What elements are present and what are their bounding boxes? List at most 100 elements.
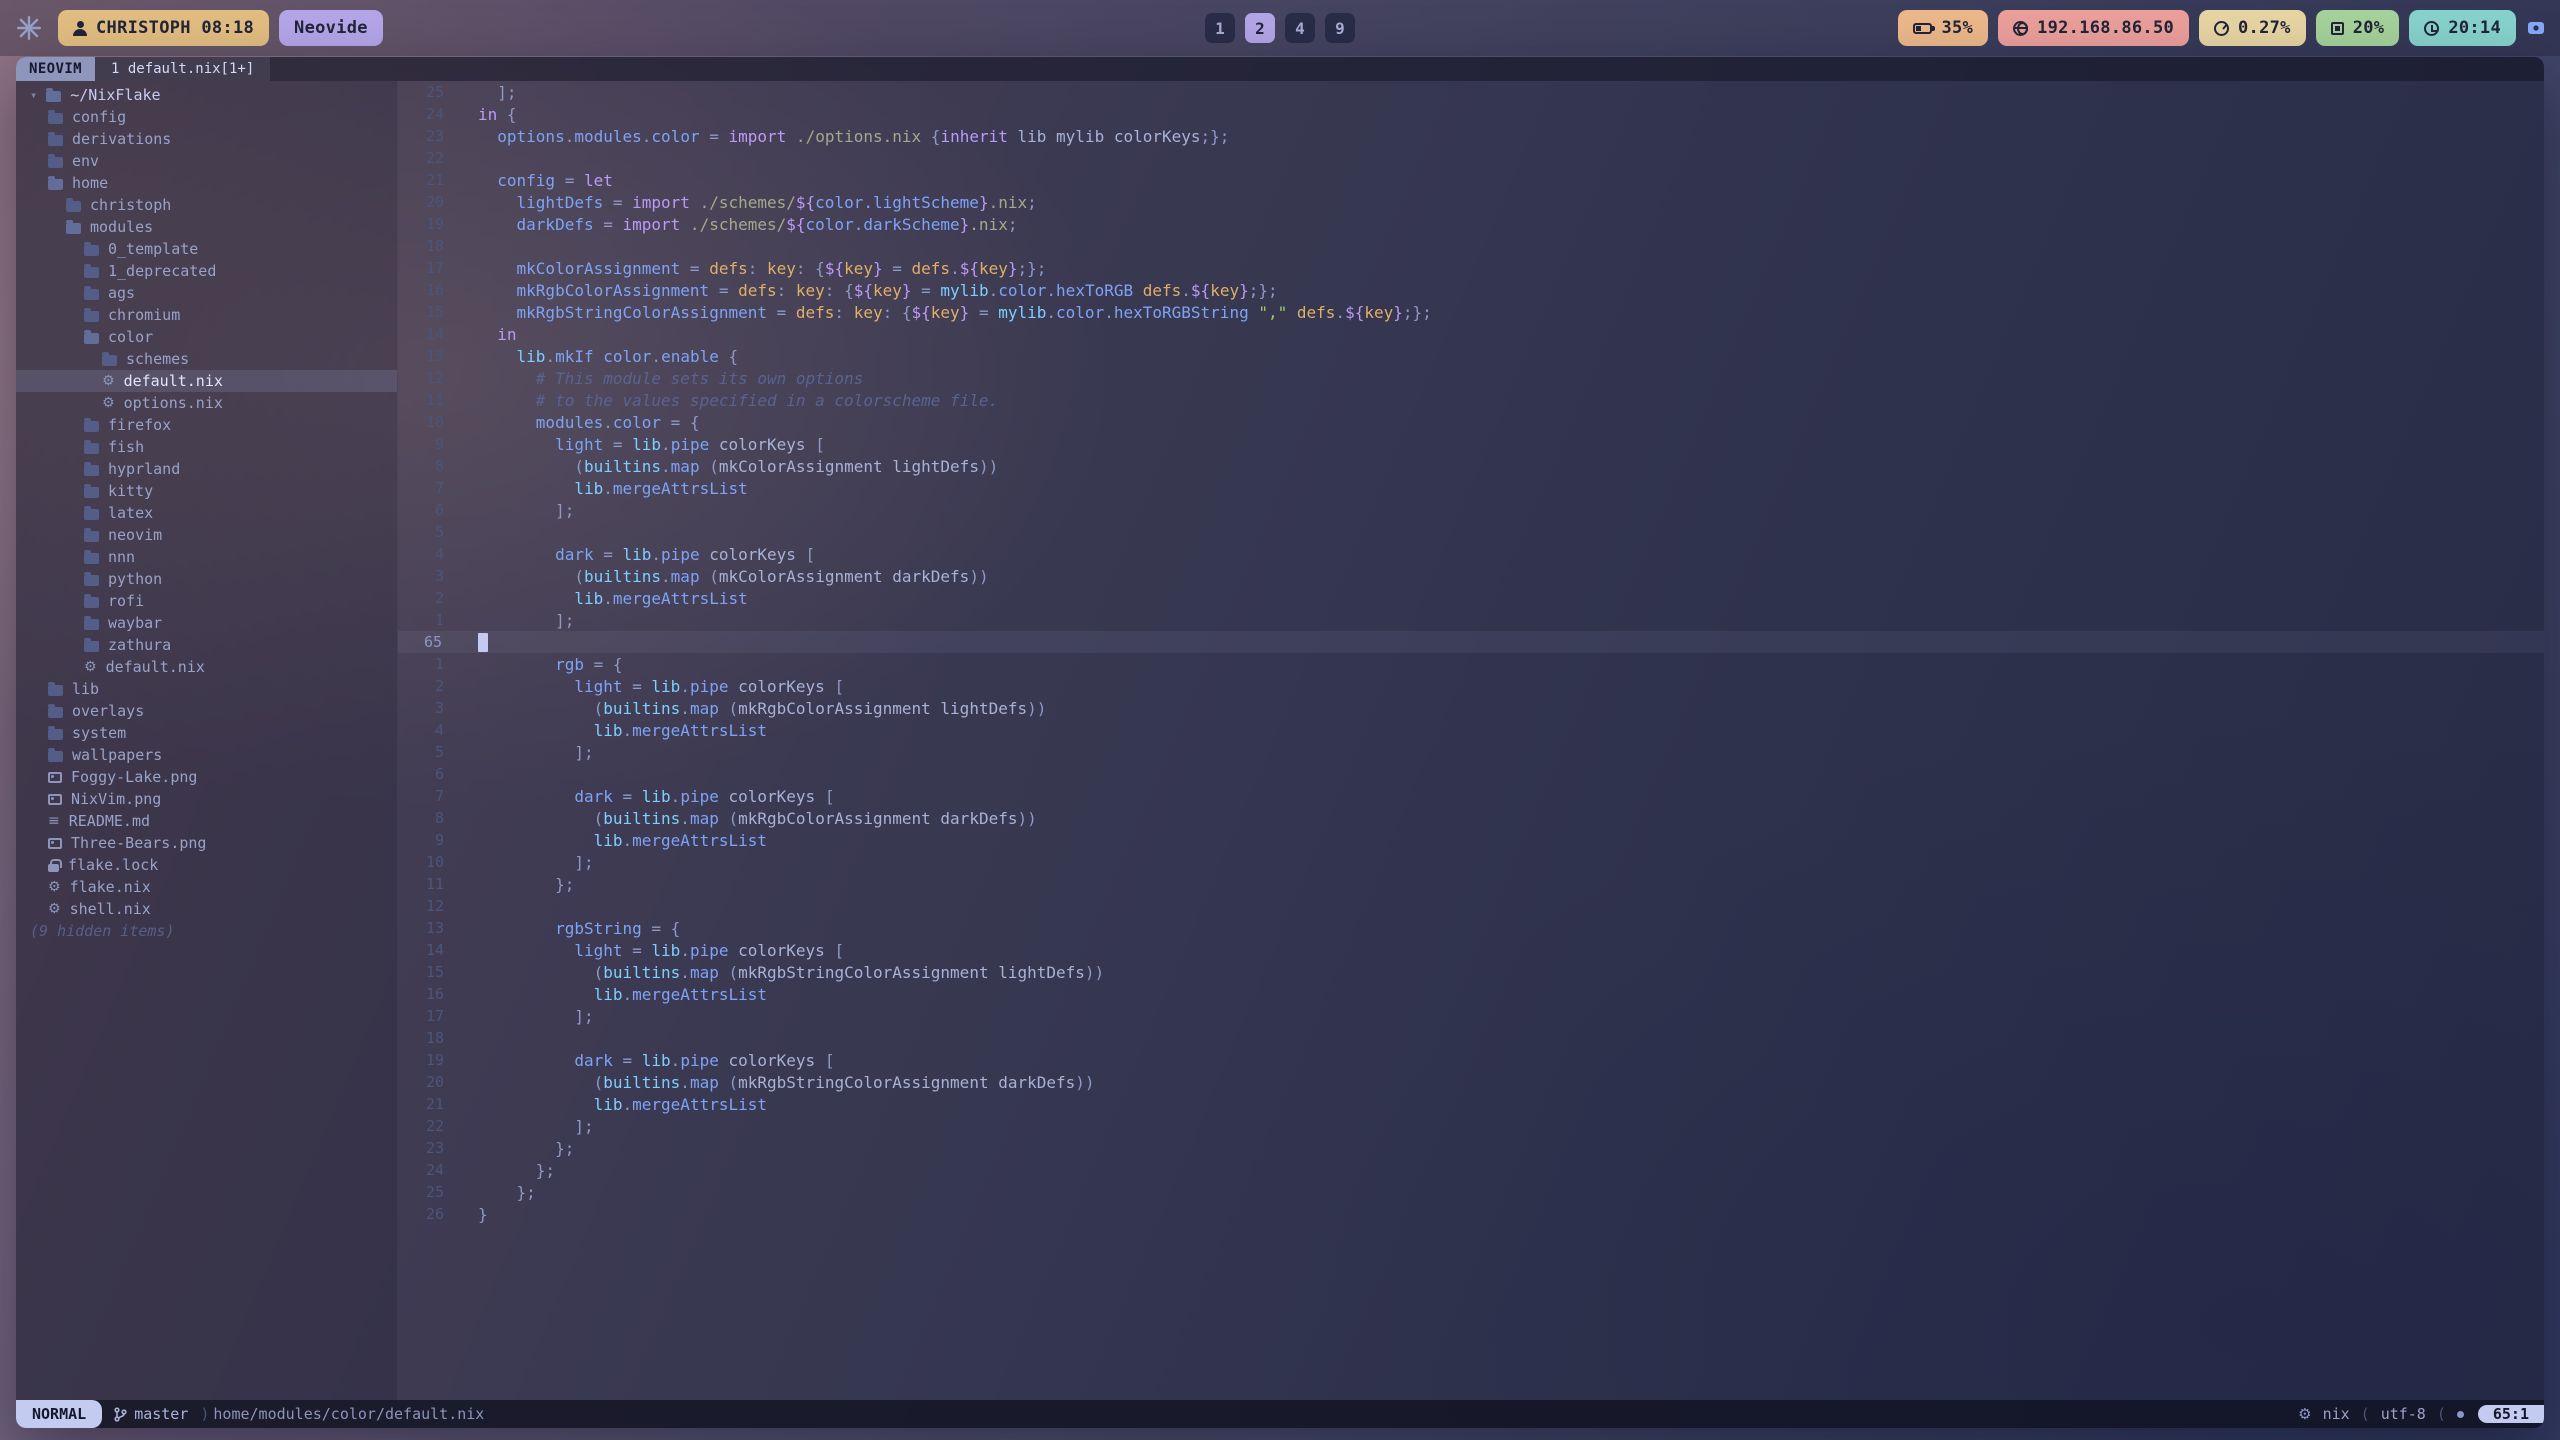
nix-logo-icon[interactable] (14, 13, 44, 43)
code-line[interactable]: 25 }; (398, 1181, 2544, 1203)
code-line[interactable]: 18 (398, 1027, 2544, 1049)
code-line[interactable]: 2 light = lib.pipe colorKeys [ (398, 675, 2544, 697)
tree-item[interactable]: christoph (16, 194, 397, 216)
code-line[interactable]: 18 (398, 235, 2544, 257)
code-line[interactable]: 11 # to the values specified in a colors… (398, 389, 2544, 411)
code-line[interactable]: 9 lib.mergeAttrsList (398, 829, 2544, 851)
code-line[interactable]: 19 darkDefs = import ./schemes/${color.d… (398, 213, 2544, 235)
code-line[interactable]: 15 (builtins.map (mkRgbStringColorAssign… (398, 961, 2544, 983)
tree-item[interactable]: zathura (16, 634, 397, 656)
tree-item[interactable]: ⚙default.nix (16, 656, 397, 678)
tab-default-nix[interactable]: 1 default.nix[1+] (95, 57, 270, 81)
tree-item[interactable]: NixVim.png (16, 788, 397, 810)
tree-item[interactable]: ⚙default.nix (16, 370, 397, 392)
code-line[interactable]: 20 lightDefs = import ./schemes/${color.… (398, 191, 2544, 213)
tree-item[interactable]: 0_template (16, 238, 397, 260)
tree-item[interactable]: firefox (16, 414, 397, 436)
tree-item[interactable]: system (16, 722, 397, 744)
code-line[interactable]: 12 # This module sets its own options (398, 367, 2544, 389)
tree-item[interactable]: derivations (16, 128, 397, 150)
code-line[interactable]: 26} (398, 1203, 2544, 1225)
code-line[interactable]: 9 light = lib.pipe colorKeys [ (398, 433, 2544, 455)
tree-item[interactable]: hyprland (16, 458, 397, 480)
code-line[interactable]: 24 }; (398, 1159, 2544, 1181)
code-line[interactable]: 25 ]; (398, 81, 2544, 103)
tree-item[interactable]: chromium (16, 304, 397, 326)
network-badge[interactable]: 192.168.86.50 (1998, 10, 2189, 46)
code-line[interactable]: 5 (398, 521, 2544, 543)
memory-badge[interactable]: 20% (2316, 10, 2400, 46)
tree-item[interactable]: waybar (16, 612, 397, 634)
tree-item[interactable]: ags (16, 282, 397, 304)
tree-item[interactable]: nnn (16, 546, 397, 568)
code-line[interactable]: 65 (398, 631, 2544, 653)
tree-item[interactable]: ⚙shell.nix (16, 898, 397, 920)
tree-item[interactable]: ⚙options.nix (16, 392, 397, 414)
code-line[interactable]: 4 dark = lib.pipe colorKeys [ (398, 543, 2544, 565)
code-line[interactable]: 16 mkRgbColorAssignment = defs: key: {${… (398, 279, 2544, 301)
code-line[interactable]: 20 (builtins.map (mkRgbStringColorAssign… (398, 1071, 2544, 1093)
tree-item[interactable]: Foggy-Lake.png (16, 766, 397, 788)
code-line[interactable]: 23 options.modules.color = import ./opti… (398, 125, 2544, 147)
tree-item[interactable]: color (16, 326, 397, 348)
code-line[interactable]: 1 rgb = { (398, 653, 2544, 675)
cpu-badge[interactable]: 0.27% (2199, 10, 2306, 46)
code-line[interactable]: 7 lib.mergeAttrsList (398, 477, 2544, 499)
code-line[interactable]: 6 (398, 763, 2544, 785)
tree-item[interactable]: ▾~/NixFlake (16, 84, 397, 106)
code-line[interactable]: 3 (builtins.map (mkColorAssignment darkD… (398, 565, 2544, 587)
workspace-9[interactable]: 9 (1325, 13, 1355, 43)
code-line[interactable]: 5 ]; (398, 741, 2544, 763)
tree-item[interactable]: ⚙flake.nix (16, 876, 397, 898)
tree-item[interactable]: flake.lock (16, 854, 397, 876)
code-line[interactable]: 14 in (398, 323, 2544, 345)
tree-item[interactable]: fish (16, 436, 397, 458)
tree-item[interactable]: schemes (16, 348, 397, 370)
workspace-2[interactable]: 2 (1245, 13, 1275, 43)
code-line[interactable]: 7 dark = lib.pipe colorKeys [ (398, 785, 2544, 807)
tree-item[interactable]: lib (16, 678, 397, 700)
code-line[interactable]: 4 lib.mergeAttrsList (398, 719, 2544, 741)
tree-item[interactable]: home (16, 172, 397, 194)
code-line[interactable]: 22 (398, 147, 2544, 169)
tree-item[interactable]: env (16, 150, 397, 172)
code-line[interactable]: 21 lib.mergeAttrsList (398, 1093, 2544, 1115)
tree-item[interactable]: modules (16, 216, 397, 238)
tree-item[interactable]: latex (16, 502, 397, 524)
code-line[interactable]: 23 }; (398, 1137, 2544, 1159)
code-line[interactable]: 17 mkColorAssignment = defs: key: {${key… (398, 257, 2544, 279)
tree-item[interactable]: config (16, 106, 397, 128)
code-line[interactable]: 24in { (398, 103, 2544, 125)
battery-badge[interactable]: 35% (1898, 10, 1988, 46)
tree-item[interactable]: kitty (16, 480, 397, 502)
code-line[interactable]: 13 rgbString = { (398, 917, 2544, 939)
tree-item[interactable]: Three-Bears.png (16, 832, 397, 854)
code-line[interactable]: 13 lib.mkIf color.enable { (398, 345, 2544, 367)
editor[interactable]: 25 ];24in {23 options.modules.color = im… (398, 81, 2544, 1400)
tree-item[interactable]: 1_deprecated (16, 260, 397, 282)
tree-item[interactable]: overlays (16, 700, 397, 722)
code-line[interactable]: 12 (398, 895, 2544, 917)
code-line[interactable]: 22 ]; (398, 1115, 2544, 1137)
code-line[interactable]: 21 config = let (398, 169, 2544, 191)
workspace-1[interactable]: 1 (1205, 13, 1235, 43)
tree-item[interactable]: wallpapers (16, 744, 397, 766)
user-time-badge[interactable]: CHRISTOPH 08:18 (58, 10, 269, 46)
code-line[interactable]: 10 ]; (398, 851, 2544, 873)
code-line[interactable]: 11 }; (398, 873, 2544, 895)
code-line[interactable]: 14 light = lib.pipe colorKeys [ (398, 939, 2544, 961)
tree-item[interactable]: python (16, 568, 397, 590)
code-line[interactable]: 10 modules.color = { (398, 411, 2544, 433)
code-line[interactable]: 15 mkRgbStringColorAssignment = defs: ke… (398, 301, 2544, 323)
systray-icon[interactable] (2526, 18, 2546, 38)
code-line[interactable]: 2 lib.mergeAttrsList (398, 587, 2544, 609)
code-line[interactable]: 8 (builtins.map (mkColorAssignment light… (398, 455, 2544, 477)
code-line[interactable]: 16 lib.mergeAttrsList (398, 983, 2544, 1005)
tree-item[interactable]: ≡README.md (16, 810, 397, 832)
code-line[interactable]: 6 ]; (398, 499, 2544, 521)
code-line[interactable]: 8 (builtins.map (mkRgbColorAssignment da… (398, 807, 2544, 829)
app-badge[interactable]: Neovide (279, 10, 383, 46)
code-line[interactable]: 19 dark = lib.pipe colorKeys [ (398, 1049, 2544, 1071)
tree-item[interactable]: neovim (16, 524, 397, 546)
workspace-4[interactable]: 4 (1285, 13, 1315, 43)
